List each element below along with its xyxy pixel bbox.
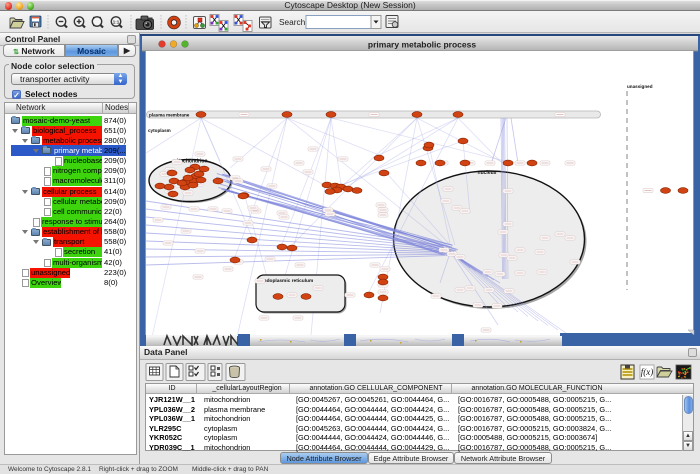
svg-text:unassigned: unassigned <box>627 84 653 89</box>
svg-text:Search:: Search: <box>279 17 308 27</box>
svg-text:nucleus: nucleus <box>478 170 497 176</box>
svg-text:endoplasmic reticulum: endoplasmic reticulum <box>261 278 313 284</box>
svg-text:plasma membrane: plasma membrane <box>149 113 190 118</box>
svg-text:1:1: 1:1 <box>113 20 120 25</box>
svg-text:primary metabolic process: primary metabolic process <box>368 40 476 50</box>
svg-text:f(x): f(x) <box>641 367 654 377</box>
svg-text:cytoplasm: cytoplasm <box>148 128 171 133</box>
